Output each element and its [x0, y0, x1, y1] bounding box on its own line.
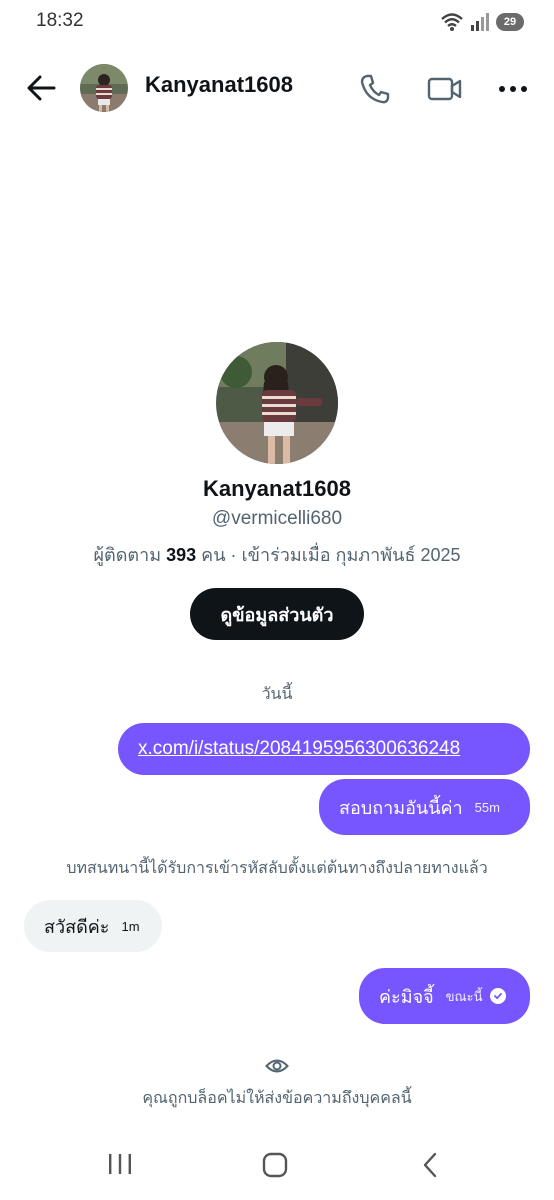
message-timestamp: 1m — [121, 918, 140, 934]
message-link[interactable]: x.com/i/status/2084195956300636248 — [138, 738, 460, 760]
message-timestamp: 55m — [474, 799, 500, 815]
header-username[interactable]: Kanyanat1608 — [145, 72, 293, 98]
status-icons: 29 — [440, 12, 524, 32]
status-bar: 18:32 29 — [0, 0, 554, 44]
system-nav-bar — [0, 1140, 554, 1190]
message-text: สอบถามอันนี้ค่า — [339, 797, 463, 818]
message-bubble-outgoing[interactable]: สอบถามอันนี้ค่า 55m — [319, 779, 530, 835]
video-call-button[interactable] — [426, 72, 464, 106]
profile-avatar[interactable] — [216, 342, 338, 464]
encryption-notice: บทสนทนานี้ได้รับการเข้ารหัสลับตั้งแต่ต้น… — [66, 858, 488, 877]
voice-call-button[interactable] — [358, 72, 392, 106]
phone-icon — [360, 74, 390, 104]
avatar-image — [80, 64, 128, 112]
message-timestamp: ขณะนี้ — [445, 988, 483, 1004]
followers-unit-joined: คน · เข้าร่วมเมื่อ กุมภาพันธ์ 2025 — [201, 545, 461, 565]
date-separator: วันนี้ — [261, 684, 293, 703]
conversation-header: Kanyanat1608 — [0, 58, 554, 118]
message-bubble-incoming[interactable]: สวัสดีค่ะ 1m — [24, 900, 162, 952]
back-chevron-icon[interactable] — [420, 1152, 440, 1178]
message-text: ค่ะมิจจี้ — [379, 986, 434, 1007]
signal-icon — [471, 13, 489, 31]
avatar-image — [216, 342, 338, 464]
dm-conversation-screen: 18:32 29 Kanyanat1608 Kanyanat1608 @verm… — [0, 0, 554, 1200]
view-profile-button[interactable]: ดูข้อมูลส่วนตัว — [190, 588, 364, 640]
wifi-icon — [441, 13, 463, 31]
message-text: สวัสดีค่ะ — [44, 916, 110, 937]
back-button[interactable] — [24, 72, 58, 104]
status-time: 18:32 — [36, 10, 84, 31]
message-bubble-outgoing[interactable]: x.com/i/status/2084195956300636248 — [118, 723, 530, 775]
recent-apps-icon[interactable] — [106, 1152, 134, 1176]
message-bubble-outgoing[interactable]: ค่ะมิจจี้ ขณะนี้ — [359, 968, 530, 1024]
more-options-button[interactable] — [494, 72, 532, 106]
more-dots-icon — [499, 86, 527, 92]
header-avatar[interactable] — [80, 64, 128, 112]
read-check-icon — [489, 988, 506, 1004]
profile-meta: ผู้ติดตาม 393 คน · เข้าร่วมเมื่อ กุมภาพั… — [0, 540, 554, 569]
followers-count: 393 — [166, 545, 197, 565]
eye-icon — [265, 1059, 289, 1073]
video-camera-icon — [427, 77, 462, 101]
profile-handle: @vermicelli680 — [211, 508, 343, 529]
profile-name: Kanyanat1608 — [203, 476, 351, 501]
home-icon[interactable] — [262, 1152, 288, 1178]
blocked-notice: คุณถูกบล็อคไม่ให้ส่งข้อความถึงบุคคลนี้ — [142, 1088, 412, 1107]
battery-indicator: 29 — [496, 13, 524, 31]
followers-label: ผู้ติดตาม — [93, 545, 162, 565]
arrow-left-icon — [27, 75, 56, 101]
